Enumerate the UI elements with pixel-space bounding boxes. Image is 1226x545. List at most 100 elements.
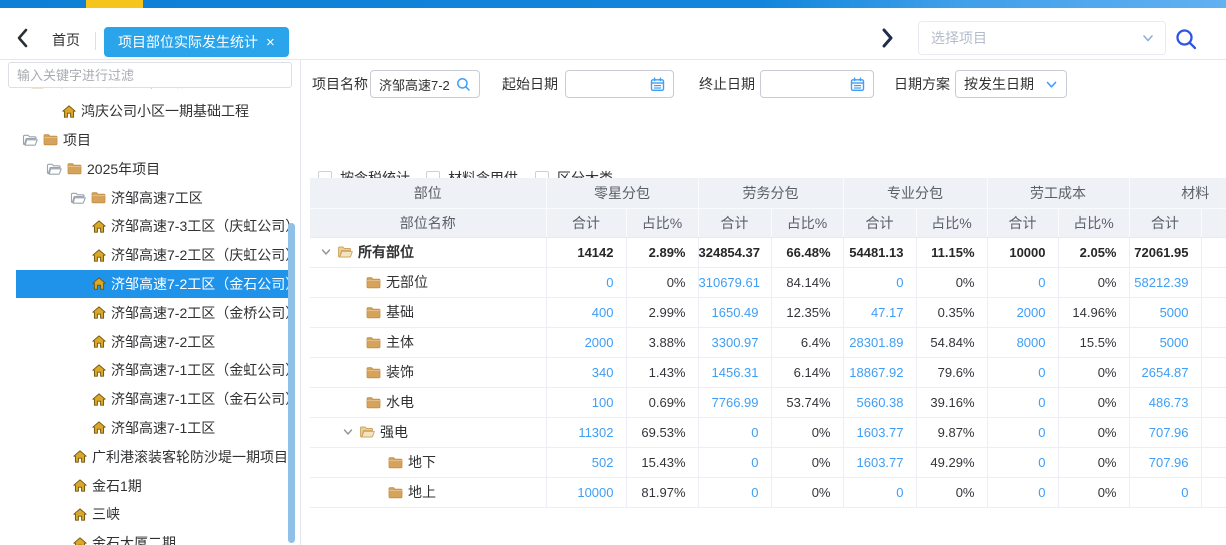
home-icon: [92, 277, 106, 290]
total-cell[interactable]: 2000: [987, 297, 1058, 327]
part-name-cell[interactable]: 无部位: [310, 267, 546, 297]
total-cell[interactable]: 1603.77: [843, 417, 916, 447]
tree-item[interactable]: 济邹高速7-2工区（庆虹公司）: [0, 241, 292, 270]
collapse-icon[interactable]: [342, 426, 354, 438]
total-cell[interactable]: 0: [987, 477, 1058, 507]
tree-item[interactable]: 2025年项目: [0, 154, 292, 183]
search-icon[interactable]: [456, 77, 471, 92]
tree-item[interactable]: 济邹高速7-1工区: [0, 414, 292, 443]
folder-open-icon[interactable]: [70, 191, 86, 205]
project-name-input[interactable]: 济邹高速7-2: [370, 70, 480, 98]
tree-filter-input[interactable]: [8, 62, 292, 88]
tree-item[interactable]: 项目: [0, 126, 292, 155]
total-cell[interactable]: 0: [987, 357, 1058, 387]
total-cell[interactable]: 8000: [987, 327, 1058, 357]
percent-cell: 0.69%: [626, 387, 698, 417]
total-cell[interactable]: 340: [546, 357, 626, 387]
part-name-cell[interactable]: 地下: [310, 447, 546, 477]
total-cell[interactable]: 5000: [1129, 327, 1201, 357]
date-scheme-select[interactable]: 按发生日期: [955, 70, 1067, 98]
tab-active-label: 项目部位实际发生统计: [118, 32, 258, 52]
total-cell[interactable]: 0: [987, 417, 1058, 447]
folder-open-icon[interactable]: [46, 162, 62, 176]
tree-item[interactable]: 济邹高速7-2工区（金桥公司）: [0, 298, 292, 327]
total-cell[interactable]: 1456.31: [698, 357, 771, 387]
total-cell[interactable]: 0: [698, 447, 771, 477]
total-cell[interactable]: 502: [546, 447, 626, 477]
calendar-icon[interactable]: [850, 77, 865, 92]
back-icon[interactable]: [14, 25, 32, 51]
part-name-cell[interactable]: 强电: [310, 417, 546, 447]
folder-open-icon[interactable]: [22, 133, 38, 147]
search-icon[interactable]: [1174, 27, 1198, 51]
total-cell[interactable]: 47.17: [843, 297, 916, 327]
total-cell[interactable]: 400: [546, 297, 626, 327]
tab-home[interactable]: 首页: [52, 30, 80, 50]
partial-cell: [1201, 477, 1226, 507]
start-date-input[interactable]: [565, 70, 674, 98]
total-cell[interactable]: 0: [987, 387, 1058, 417]
tab-active[interactable]: 项目部位实际发生统计 ×: [104, 27, 289, 57]
tree-item-label: 济邹高速7-2工区: [111, 332, 215, 352]
project-select-input[interactable]: [931, 30, 1141, 46]
total-cell[interactable]: 3300.97: [698, 327, 771, 357]
total-cell[interactable]: 2000: [546, 327, 626, 357]
tree-item[interactable]: 金石1期: [0, 471, 292, 500]
partial-cell: [1201, 297, 1226, 327]
end-date-input[interactable]: [760, 70, 874, 98]
tree-item[interactable]: 济邹高速7-3工区（庆虹公司）: [0, 212, 292, 241]
total-cell[interactable]: 1650.49: [698, 297, 771, 327]
tree-item[interactable]: 济邹高速7-1工区（金虹公司）: [0, 356, 292, 385]
tree-item[interactable]: 济邹高速7工区: [0, 183, 292, 212]
part-name-cell[interactable]: 地上: [310, 477, 546, 507]
tab-close-icon[interactable]: ×: [266, 35, 275, 50]
total-cell[interactable]: 0: [1129, 477, 1201, 507]
project-select[interactable]: [918, 21, 1166, 55]
total-cell[interactable]: 0: [698, 477, 771, 507]
total-cell[interactable]: 1603.77: [843, 447, 916, 477]
percent-cell: 69.53%: [626, 417, 698, 447]
tree-item[interactable]: 济邹高速7-2工区（金石公司）: [0, 270, 292, 299]
total-cell[interactable]: 707.96: [1129, 447, 1201, 477]
forward-icon[interactable]: [878, 25, 896, 51]
total-cell[interactable]: 0: [546, 267, 626, 297]
total-cell[interactable]: 486.73: [1129, 387, 1201, 417]
chevron-down-icon[interactable]: [1045, 78, 1058, 91]
total-cell[interactable]: 58212.39: [1129, 267, 1201, 297]
tree-item[interactable]: 三峡: [0, 500, 292, 529]
total-cell[interactable]: 0: [843, 267, 916, 297]
column-header: [1201, 208, 1226, 237]
tree-item[interactable]: 广利港滚装客轮防沙堤一期项目: [0, 442, 292, 471]
tree-item[interactable]: 鸿庆公司小区一期基础工程: [0, 97, 292, 126]
total-cell[interactable]: 0: [843, 477, 916, 507]
tree-scrollbar[interactable]: [288, 223, 295, 543]
total-cell[interactable]: 310679.61: [698, 267, 771, 297]
total-cell[interactable]: 0: [987, 267, 1058, 297]
percent-cell: 12.35%: [771, 297, 843, 327]
total-cell[interactable]: 100: [546, 387, 626, 417]
part-name-cell[interactable]: 水电: [310, 387, 546, 417]
tab-separator: [95, 32, 96, 50]
total-cell[interactable]: 18867.92: [843, 357, 916, 387]
total-cell[interactable]: 707.96: [1129, 417, 1201, 447]
chevron-down-icon[interactable]: [1141, 31, 1155, 45]
tree-item[interactable]: 济邹高速7-1工区（金石公司）: [0, 385, 292, 414]
calendar-icon[interactable]: [650, 77, 665, 92]
total-cell[interactable]: 7766.99: [698, 387, 771, 417]
total-cell[interactable]: 5660.38: [843, 387, 916, 417]
total-cell[interactable]: 10000: [546, 477, 626, 507]
total-cell[interactable]: 5000: [1129, 297, 1201, 327]
tree-item[interactable]: 金石大厦二期: [0, 529, 292, 545]
part-name-cell[interactable]: 基础: [310, 297, 546, 327]
total-cell[interactable]: 28301.89: [843, 327, 916, 357]
part-name-cell[interactable]: 主体: [310, 327, 546, 357]
part-name-cell[interactable]: 所有部位: [310, 237, 546, 267]
total-cell[interactable]: 11302: [546, 417, 626, 447]
tree-item[interactable]: 济邹高速7-2工区: [0, 327, 292, 356]
total-cell[interactable]: 0: [698, 417, 771, 447]
total-cell[interactable]: 0: [987, 447, 1058, 477]
total-cell[interactable]: 2654.87: [1129, 357, 1201, 387]
home-icon: [92, 335, 106, 348]
collapse-icon[interactable]: [320, 246, 332, 258]
part-name-cell[interactable]: 装饰: [310, 357, 546, 387]
